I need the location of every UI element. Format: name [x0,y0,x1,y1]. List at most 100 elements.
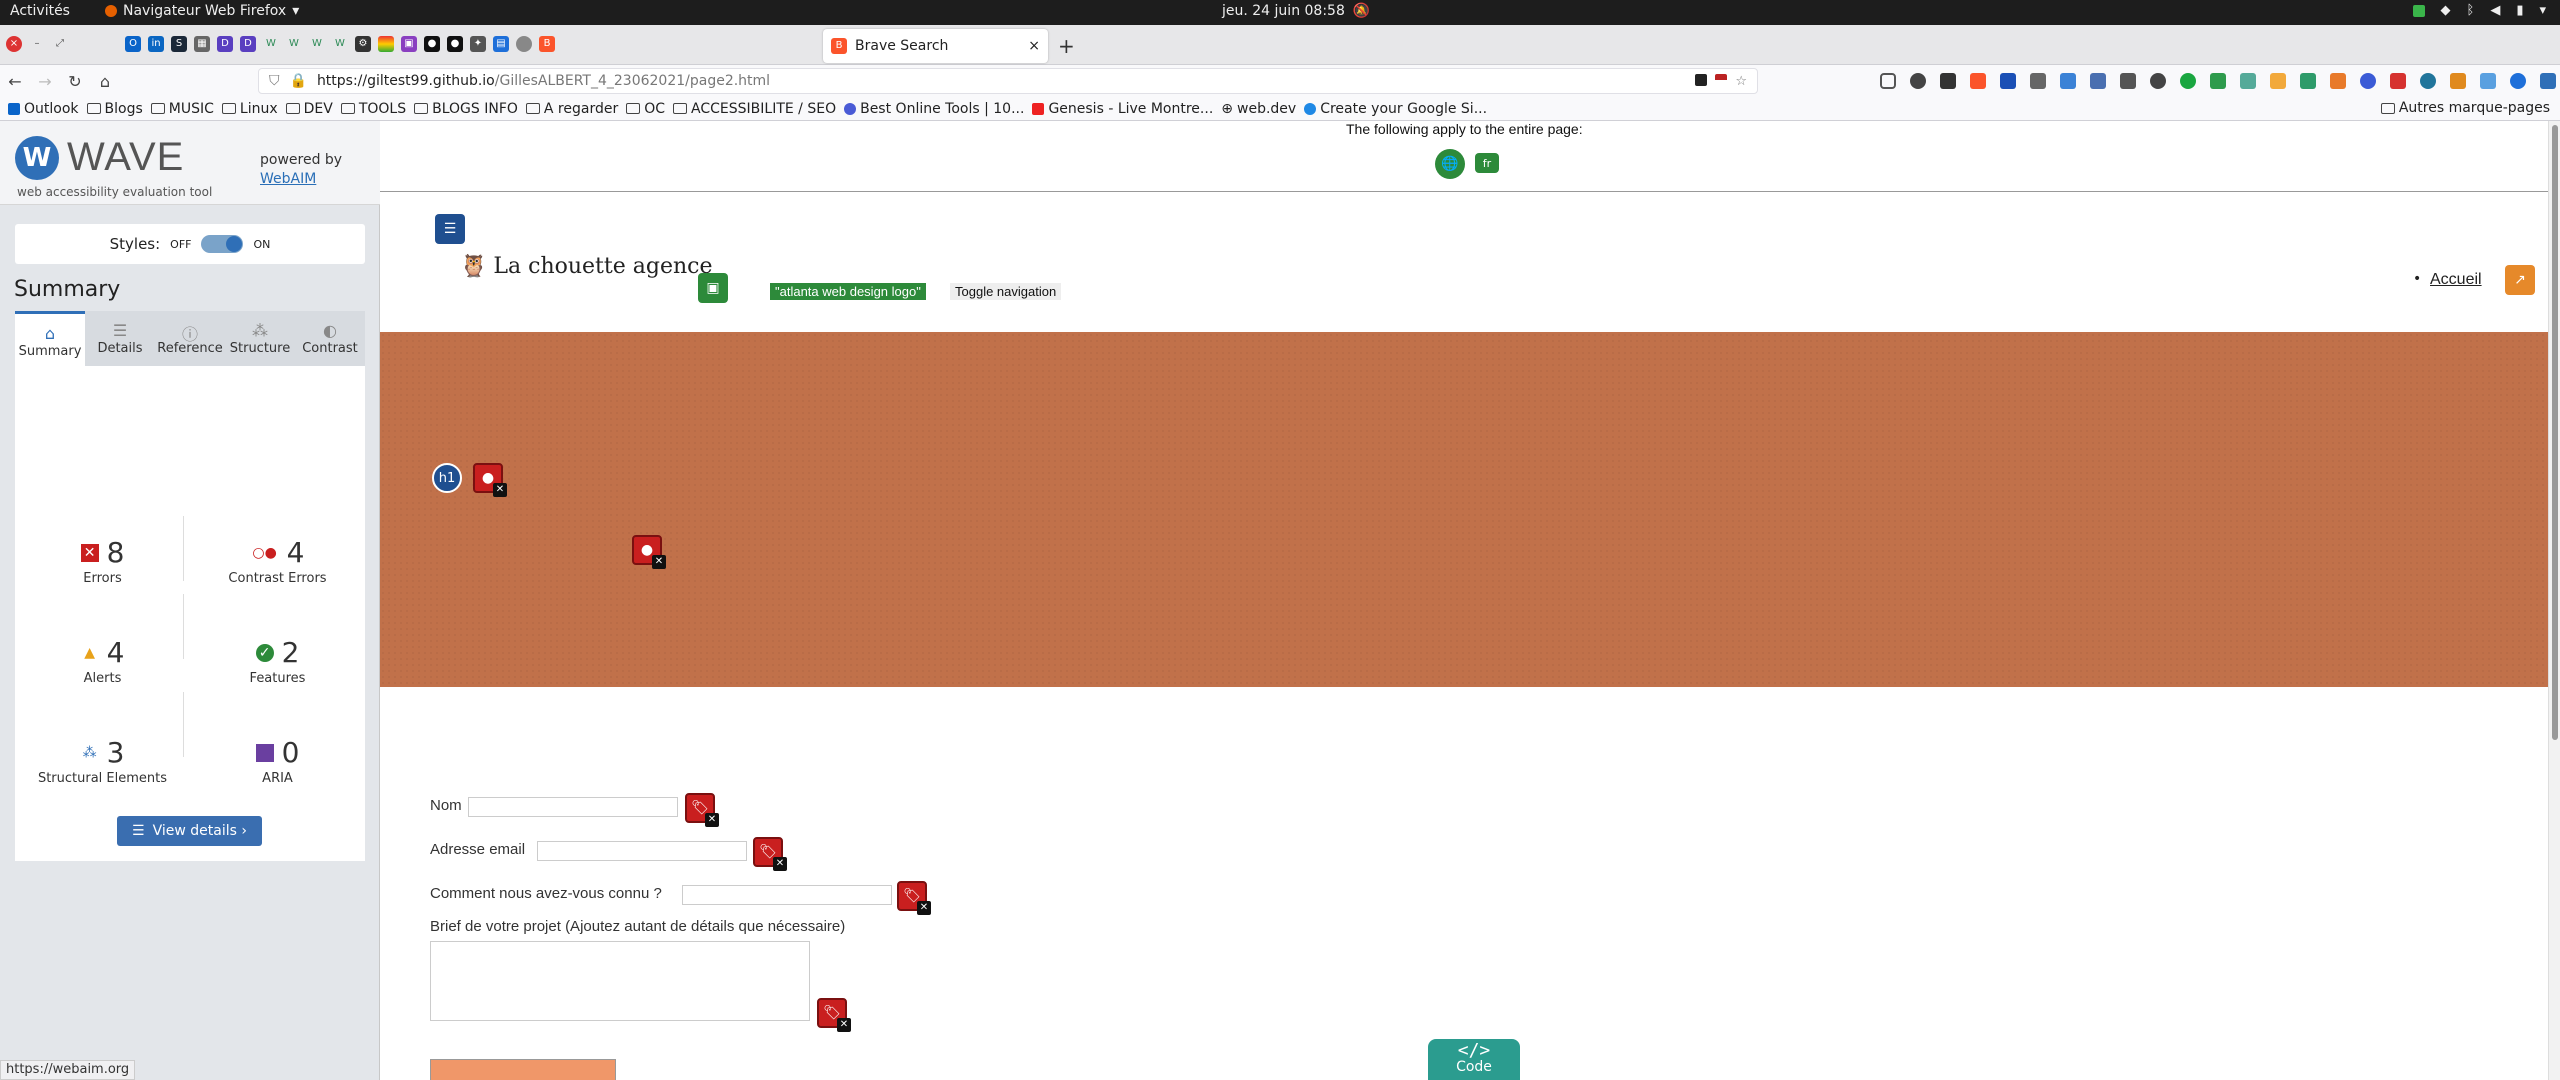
bookmark-outlook[interactable]: Outlook [8,101,79,117]
missing-label-error-icon[interactable]: 🏷 ✕ [817,998,851,1032]
minimize-window-icon[interactable]: – [29,36,45,52]
pinned-tab-steam[interactable]: S [171,36,187,52]
lock-icon[interactable]: 🔒 [290,73,307,89]
pinned-tab-brave[interactable]: B [539,36,555,52]
page-action-icon[interactable] [1695,73,1708,86]
bookmark-blogs[interactable]: Blogs [86,101,143,117]
pinned-tab-gear[interactable]: ✦ [470,36,486,52]
tab-details[interactable]: ☰ Details [85,311,155,366]
list-structure-icon[interactable]: ☰ [435,214,465,244]
tab-structure[interactable]: ⁂ Structure [225,311,295,366]
bookmark-a-regarder[interactable]: A regarder [525,101,618,117]
webaim-link[interactable]: WebAIM [260,171,316,187]
wordpress-icon[interactable] [2420,73,2436,89]
redundant-link-alert-icon[interactable]: ↗ [2505,265,2535,295]
alt-text-feature-icon[interactable]: ▣ [698,273,728,303]
pinned-tab-apps[interactable]: ▦ [194,36,210,52]
bookmark-music[interactable]: MUSIC [150,101,214,117]
missing-label-error-icon[interactable]: 🏷 ✕ [897,881,931,915]
pinned-tab-d2[interactable]: D [240,36,256,52]
pinned-tab-black2[interactable]: ● [447,36,463,52]
ext-window-icon[interactable] [2090,73,2106,89]
ext-bug-icon[interactable] [2390,73,2406,89]
ext-grid2-icon[interactable] [2120,73,2136,89]
pinned-tab-gray[interactable] [516,36,532,52]
tab-brave-search[interactable]: B Brave Search × [823,29,1048,63]
close-window-icon[interactable]: × [6,36,22,52]
bookmark-star-icon[interactable]: ☆ [1735,74,1747,89]
ext-leaf2-icon[interactable] [2240,73,2256,89]
other-bookmarks[interactable]: Autres marque-pages [2380,100,2550,116]
pinned-tab-black1[interactable]: ● [424,36,440,52]
toggle-navigation-button[interactable]: Toggle navigation [950,283,1062,300]
back-button[interactable]: ← [0,72,30,91]
forward-button[interactable]: → [30,72,60,91]
bookmark-linux[interactable]: Linux [221,101,278,117]
pinned-tab-w1[interactable]: W [263,36,279,52]
close-tab-icon[interactable]: × [1028,38,1040,54]
activities-button[interactable]: Activités [10,3,70,19]
pinned-tab-w4[interactable]: W [332,36,348,52]
stat-aria[interactable]: 0 ARIA [190,736,365,786]
wave-code-button[interactable]: </> Code [1428,1039,1520,1080]
submit-button[interactable] [430,1059,616,1080]
shield-icon[interactable]: ⛉ [269,73,280,89]
new-tab-button[interactable]: + [1058,34,1075,58]
clock[interactable]: jeu. 24 juin 08:58 🔕 [1222,3,1370,19]
bookmark-tools[interactable]: TOOLS [340,101,406,117]
ext-vue-icon[interactable] [2300,73,2316,89]
language-fr-icon[interactable]: fr [1475,153,1499,173]
input-connu[interactable] [682,885,892,905]
styles-toggle[interactable] [201,235,244,253]
missing-label-error-icon[interactable]: 🏷 ✕ [685,793,719,827]
bookmark-accessibilite[interactable]: ACCESSIBILITE / SEO [673,101,836,117]
ext-wave-icon[interactable] [2540,73,2556,89]
bookmark-genesis[interactable]: Genesis - Live Montre... [1032,101,1213,117]
pinned-tab-purple[interactable]: ▣ [401,36,417,52]
tab-summary[interactable]: ⌂ Summary [15,311,85,366]
stat-errors[interactable]: ✕ 8 Errors [15,536,190,586]
ext-leaf-icon[interactable] [2210,73,2226,89]
ext-diamond-icon[interactable] [2480,73,2496,89]
pinned-tab-settings[interactable]: ⚙ [355,36,371,52]
reload-button[interactable]: ↻ [60,72,90,91]
translate-flag-icon[interactable] [1715,73,1728,86]
system-tray[interactable]: ◆ ᛒ ◀ ▮ ▾ [2412,3,2546,18]
ext-printer-icon[interactable] [2030,73,2046,89]
stat-features[interactable]: ✓ 2 Features [190,636,365,686]
ext-orange-icon[interactable] [2330,73,2346,89]
page-scrollbar[interactable] [2548,121,2560,1080]
language-globe-icon[interactable]: 🌐 [1435,149,1465,179]
ext-bars-icon[interactable] [2000,73,2016,89]
view-details-button[interactable]: ☰ View details › [117,816,262,846]
site-logo[interactable]: 🦉 La chouette agence [460,254,712,279]
pinned-tab-w2[interactable]: W [286,36,302,52]
app-menu[interactable]: Navigateur Web Firefox ▾ [105,3,299,19]
ext-green-icon[interactable] [2180,73,2196,89]
input-email[interactable] [537,841,747,861]
ext-grid-icon[interactable] [1940,73,1956,89]
pocket-icon[interactable] [1880,73,1896,89]
pinned-tab-blue[interactable]: ▤ [493,36,509,52]
bookmark-oc[interactable]: OC [626,101,665,117]
error-icon[interactable]: ● ✕ [473,463,507,497]
ext-circle-icon[interactable] [1910,73,1926,89]
textarea-brief[interactable] [430,941,810,1021]
tab-reference[interactable]: ⓘ Reference [155,311,225,366]
ext-mask-icon[interactable] [2150,73,2166,89]
tab-contrast[interactable]: ◐ Contrast [295,311,365,366]
nav-link-accueil[interactable]: Accueil [2430,271,2482,289]
bookmark-webdev[interactable]: ⊕ web.dev [1221,101,1296,117]
ext-c-icon[interactable] [2360,73,2376,89]
bookmark-best-online-tools[interactable]: Best Online Tools | 10... [844,101,1024,117]
stat-alerts[interactable]: ▲ 4 Alerts [15,636,190,686]
home-button[interactable]: ⌂ [90,72,120,91]
stat-structural[interactable]: ⁂ 3 Structural Elements [15,736,190,786]
bookmark-google-sites[interactable]: Create your Google Si... [1304,101,1487,117]
url-bar[interactable]: ⛉ 🔒 https://giltest99.github.io/GillesAL… [258,68,1758,94]
pinned-tab-outlook[interactable]: O [125,36,141,52]
bookmark-blogs-info[interactable]: BLOGS INFO [414,101,518,117]
missing-label-error-icon[interactable]: 🏷 ✕ [753,837,787,871]
pinned-tab-linkedin[interactable]: in [148,36,164,52]
pinned-tab-color[interactable] [378,36,394,52]
